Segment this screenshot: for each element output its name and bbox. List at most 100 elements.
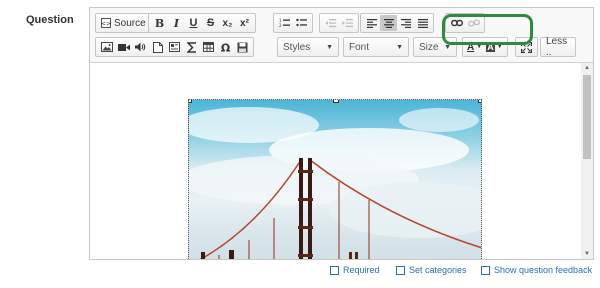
svg-text:2: 2	[279, 23, 282, 28]
strike-label: S	[206, 17, 215, 29]
bold-button[interactable]: B	[151, 15, 168, 31]
image-button[interactable]	[98, 39, 115, 55]
list-group: 1 2	[273, 13, 313, 33]
indent-icon	[342, 19, 353, 28]
editor-toolbar: <> Source B I U S x₂ x² 1 2 Ω Styles ▼ F…	[90, 8, 593, 63]
align-center-icon	[383, 19, 394, 28]
set-categories-checkbox[interactable]	[396, 265, 405, 275]
maximize-button[interactable]	[518, 39, 535, 55]
audio-button[interactable]	[132, 39, 149, 55]
omega-button[interactable]: Ω	[217, 39, 234, 55]
source-group: <> Source	[95, 13, 152, 33]
subscript-button[interactable]: x₂	[219, 15, 236, 31]
indent-button[interactable]	[339, 15, 356, 31]
omega-icon: Ω	[221, 42, 231, 53]
resize-handle-top-right[interactable]	[478, 100, 481, 103]
align-right-button[interactable]	[397, 15, 414, 31]
color-group: A ▼ A ▼	[462, 37, 508, 57]
save-icon	[237, 42, 248, 52]
numbered-list-button[interactable]: 1 2	[276, 15, 293, 31]
justify-button[interactable]	[414, 15, 431, 31]
text-color-icon: A	[467, 41, 475, 53]
svg-text:<>: <>	[101, 21, 111, 28]
link-group	[445, 13, 485, 33]
styles-label: Styles	[283, 41, 311, 53]
background-color-icon: A	[486, 42, 495, 52]
sigma-button[interactable]	[183, 39, 200, 55]
italic-label: I	[173, 16, 180, 30]
alignment-group	[360, 13, 434, 33]
chevron-down-icon: ▼	[326, 43, 333, 51]
indent-group	[319, 13, 359, 33]
align-left-icon	[366, 19, 377, 28]
video-button[interactable]	[115, 39, 132, 55]
required-label: Required	[343, 265, 380, 275]
background-color-button[interactable]: A ▼	[484, 39, 504, 55]
superscript-button[interactable]: x²	[236, 15, 253, 31]
unlink-button[interactable]	[465, 15, 482, 31]
question-label: Question	[26, 14, 74, 26]
justify-icon	[417, 19, 428, 28]
insert-group: Ω	[95, 37, 254, 57]
table-icon	[203, 42, 214, 52]
font-label: Font	[349, 41, 370, 53]
scroll-up-icon[interactable]: ▲	[581, 63, 593, 73]
size-label: Size	[419, 41, 439, 53]
align-center-button[interactable]	[380, 15, 397, 31]
link-button[interactable]	[448, 15, 465, 31]
source-icon: <>	[101, 18, 111, 28]
required-option[interactable]: Required	[330, 265, 380, 275]
align-left-button[interactable]	[363, 15, 380, 31]
less-button[interactable]: Less ..	[540, 36, 576, 58]
chevron-down-icon: ▼	[444, 43, 451, 51]
italic-button[interactable]: I	[168, 15, 185, 31]
less-label: Less ..	[546, 36, 568, 58]
chevron-down-icon: ▼	[396, 43, 403, 51]
underline-button[interactable]: U	[185, 15, 202, 31]
scroll-thumb[interactable]	[583, 75, 591, 159]
question-options: Required Set categories Show question fe…	[0, 265, 600, 279]
show-feedback-option[interactable]: Show question feedback	[481, 265, 592, 275]
template-icon	[169, 42, 180, 52]
table-button[interactable]	[200, 39, 217, 55]
source-label: Source	[114, 17, 146, 29]
outdent-button[interactable]	[322, 15, 339, 31]
document-button[interactable]	[149, 39, 166, 55]
bridge-image[interactable]	[188, 99, 482, 259]
font-dropdown[interactable]: Font ▼	[343, 37, 409, 57]
set-categories-label: Set categories	[409, 265, 467, 275]
source-button[interactable]: <> Source	[98, 15, 149, 31]
show-feedback-label: Show question feedback	[494, 265, 593, 275]
image-icon	[100, 42, 113, 52]
resize-handle-top[interactable]	[333, 100, 339, 103]
template-button[interactable]	[166, 39, 183, 55]
bulleted-list-icon	[296, 18, 307, 27]
bulleted-list-button[interactable]	[293, 15, 310, 31]
outdent-icon	[325, 19, 336, 28]
underline-label: U	[189, 17, 198, 29]
video-icon	[117, 43, 130, 51]
rich-text-editor: <> Source B I U S x₂ x² 1 2 Ω Styles ▼ F…	[89, 7, 594, 260]
editor-content-area[interactable]: ▲ ▼	[90, 63, 593, 259]
audio-icon	[134, 42, 145, 52]
sigma-icon	[186, 41, 196, 53]
styles-dropdown[interactable]: Styles ▼	[277, 37, 339, 57]
size-dropdown[interactable]: Size ▼	[413, 37, 457, 57]
maximize-icon	[521, 41, 532, 53]
basic-styles-group: B I U S x₂ x²	[148, 13, 256, 33]
show-feedback-checkbox[interactable]	[481, 265, 490, 275]
link-icon	[450, 19, 463, 27]
editor-scrollbar[interactable]: ▲ ▼	[581, 63, 593, 259]
scroll-down-icon[interactable]: ▼	[581, 249, 593, 259]
chevron-down-icon: ▼	[476, 44, 483, 50]
subscript-label: x₂	[222, 17, 233, 29]
resize-handle-top-left[interactable]	[189, 100, 192, 103]
bold-label: B	[154, 16, 165, 30]
set-categories-option[interactable]: Set categories	[396, 265, 467, 275]
strikethrough-button[interactable]: S	[202, 15, 219, 31]
align-right-icon	[400, 19, 411, 28]
svg-text:Ω: Ω	[221, 42, 231, 53]
save-button[interactable]	[234, 39, 251, 55]
required-checkbox[interactable]	[330, 265, 339, 275]
text-color-button[interactable]: A ▼	[465, 39, 484, 55]
